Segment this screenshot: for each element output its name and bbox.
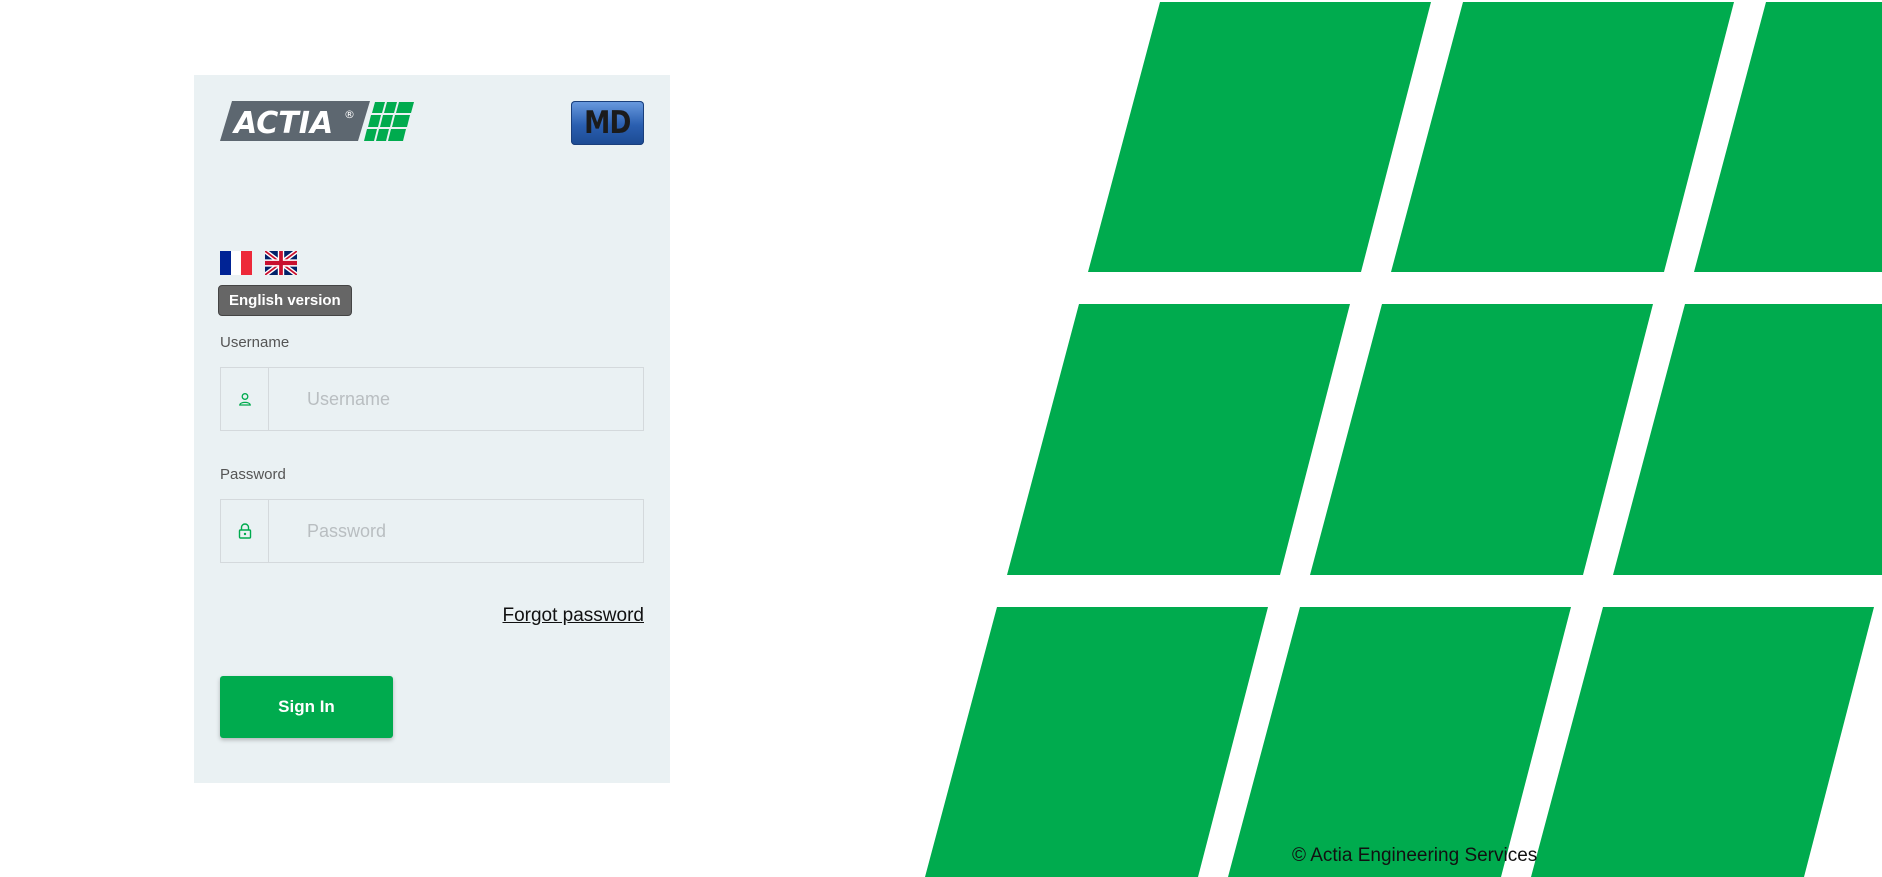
password-input[interactable] [269,500,643,562]
copyright-footer: © Actia Engineering Services [1292,845,1538,866]
md-logo: MD [571,101,644,145]
forgot-password-link[interactable]: Forgot password [502,605,644,627]
language-tooltip: English version [218,285,352,316]
username-field-group [220,367,644,431]
password-label: Password [220,466,286,483]
password-field-group [220,499,644,563]
actia-logo: ACTIA ® [220,101,414,141]
uk-flag-icon[interactable] [265,251,297,275]
svg-text:®: ® [344,108,355,121]
username-input[interactable] [269,368,643,430]
login-card: ACTIA ® MD English version Username User… [194,75,670,783]
lock-icon [221,500,269,562]
user-icon [221,368,269,430]
svg-text:ACTIA: ACTIA [232,106,333,141]
sign-in-button[interactable]: Sign In [220,676,393,738]
french-flag-icon[interactable] [220,251,253,275]
username-label: Username [220,334,290,351]
